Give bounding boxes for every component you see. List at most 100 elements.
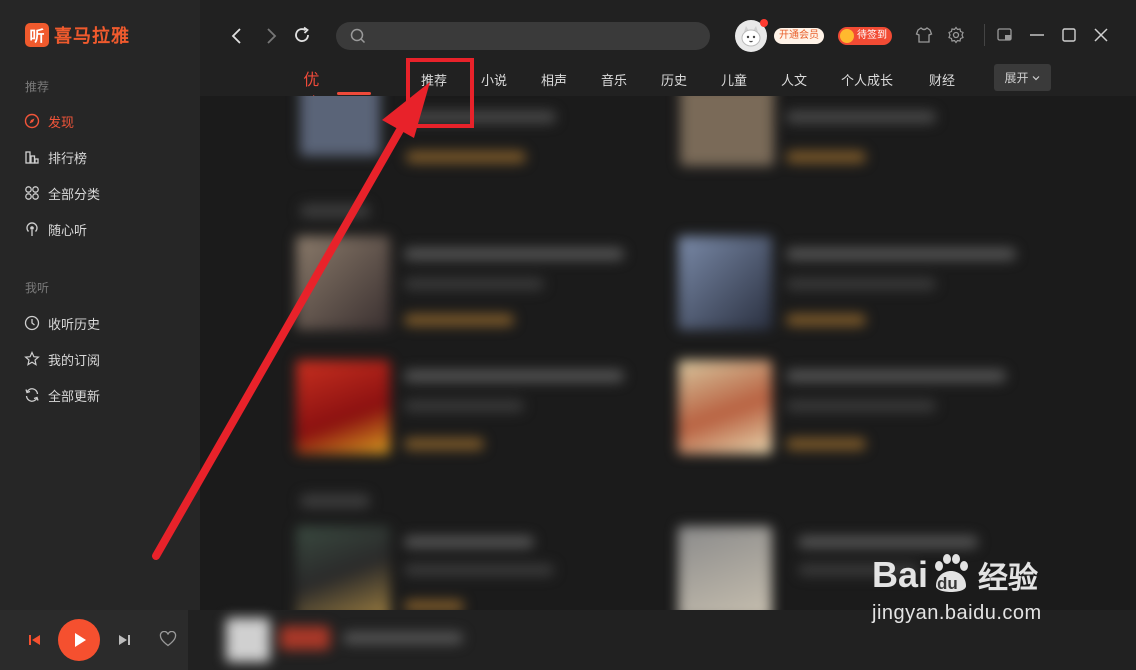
sidebar-item-discover[interactable]: 发现 (24, 111, 74, 131)
placeholder-line (404, 536, 534, 548)
album-cover (296, 526, 390, 610)
previous-icon[interactable] (28, 632, 42, 651)
search-icon (350, 28, 366, 44)
skin-icon[interactable] (915, 26, 933, 48)
placeholder-line (404, 600, 464, 610)
sidebar-item-updates[interactable]: 全部更新 (24, 385, 100, 405)
sidebar-item-history[interactable]: 收听历史 (24, 313, 100, 333)
placeholder-line (404, 248, 624, 260)
logo-icon: 听 (25, 23, 49, 47)
content-area (200, 96, 1136, 610)
notification-dot (760, 19, 768, 27)
tab-humanities[interactable]: 人文 (781, 70, 807, 89)
search-bar[interactable] (336, 22, 710, 50)
sidebar-item-label: 全部更新 (48, 389, 101, 405)
paw-icon: du (928, 552, 974, 598)
album-cover (296, 236, 390, 330)
chevron-down-icon (1032, 75, 1039, 80)
placeholder-line (798, 536, 978, 548)
app-logo[interactable]: 听 喜马拉雅 (25, 22, 130, 48)
placeholder-line (404, 314, 514, 326)
track-cover (226, 618, 270, 662)
mini-mode-icon[interactable] (996, 26, 1014, 48)
brand-left: Bai (872, 554, 929, 595)
track-title (343, 632, 463, 644)
search-input[interactable] (374, 28, 694, 44)
tab-novel[interactable]: 小说 (481, 70, 507, 89)
app-window: 听 喜马拉雅 推荐 发现 排行榜 全部分类 随心听 我听 收听历史 我的订阅 全… (0, 0, 1136, 670)
placeholder-line (786, 111, 936, 123)
expand-button[interactable]: 展开 (994, 64, 1051, 91)
tab-music[interactable]: 音乐 (601, 70, 627, 89)
tab-finance[interactable]: 财经 (929, 70, 955, 89)
avatar[interactable] (735, 19, 768, 52)
cat-avatar-icon (741, 26, 761, 47)
settings-icon[interactable] (947, 26, 965, 48)
player-bar (0, 610, 188, 670)
play-button[interactable] (58, 619, 100, 661)
sidebar: 听 喜马拉雅 推荐 发现 排行榜 全部分类 随心听 我听 收听历史 我的订阅 全… (0, 0, 200, 670)
logo-text: 喜马拉雅 (54, 26, 130, 47)
sidebar-item-ranking[interactable]: 排行榜 (24, 147, 87, 167)
divider (984, 24, 985, 46)
next-icon[interactable] (117, 632, 131, 651)
sidebar-item-radio[interactable]: 随心听 (24, 219, 87, 239)
album-cover (300, 96, 380, 156)
watermark-url: jingyan.baidu.com (872, 602, 1042, 624)
placeholder-line (404, 564, 554, 576)
back-icon[interactable] (230, 26, 244, 50)
tab-crosstalk[interactable]: 相声 (541, 70, 567, 89)
sidebar-item-subscriptions[interactable]: 我的订阅 (24, 349, 100, 369)
sidebar-item-categories[interactable]: 全部分类 (24, 183, 100, 203)
sidebar-item-label: 全部分类 (48, 187, 101, 203)
top-bar: 开通会员 待签到 优选专区 (200, 0, 1136, 161)
album-cover (296, 360, 390, 454)
sidebar-item-label: 排行榜 (48, 151, 88, 167)
close-icon[interactable] (1092, 26, 1110, 48)
sidebar-section-mine: 我听 (25, 281, 50, 295)
sidebar-item-label: 随心听 (48, 223, 88, 239)
play-icon (75, 633, 86, 647)
brand-right: 经验 (978, 562, 1039, 595)
forward-icon[interactable] (264, 26, 278, 50)
placeholder-line (786, 370, 1006, 382)
album-cover (678, 526, 772, 610)
grid-icon (24, 185, 40, 201)
blurred-content (200, 96, 1136, 610)
tab-history[interactable]: 历史 (661, 70, 687, 89)
maximize-icon[interactable] (1060, 26, 1078, 48)
checkin-button[interactable]: 待签到 (838, 27, 892, 45)
section-heading (300, 204, 370, 218)
coin-icon (840, 29, 854, 43)
album-cover (680, 96, 774, 166)
sidebar-item-label: 发现 (48, 115, 75, 131)
placeholder-line (786, 278, 936, 290)
placeholder-line (404, 370, 624, 382)
compass-icon (24, 113, 40, 129)
minimize-icon[interactable] (1028, 26, 1046, 48)
placeholder-line (786, 438, 866, 450)
reload-icon[interactable] (292, 25, 312, 49)
refresh-icon (24, 387, 40, 403)
vip-button[interactable]: 开通会员 (774, 28, 824, 44)
sidebar-section-recommend: 推荐 (25, 80, 50, 94)
baidu-watermark: Bai du 经验 jingyan.baidu.com (872, 552, 1112, 652)
radio-icon (24, 221, 40, 237)
brand-mid: du (937, 574, 958, 593)
placeholder-line (786, 400, 936, 412)
baidu-logo: Bai du 经验 (872, 552, 1112, 598)
tab-children[interactable]: 儿童 (721, 70, 747, 89)
placeholder-line (404, 438, 484, 450)
annotation-highlight-box (406, 58, 474, 128)
sidebar-item-label: 我的订阅 (48, 353, 101, 369)
placeholder-line (786, 151, 866, 163)
active-tab-indicator (337, 92, 371, 95)
section-heading (300, 494, 370, 508)
album-cover (678, 236, 772, 330)
placeholder-line (404, 278, 544, 290)
placeholder-line (404, 400, 524, 412)
tab-personal-growth[interactable]: 个人成长 (841, 70, 893, 89)
album-cover (678, 360, 772, 454)
checkin-label: 待签到 (857, 30, 887, 41)
heart-icon[interactable] (159, 630, 177, 651)
